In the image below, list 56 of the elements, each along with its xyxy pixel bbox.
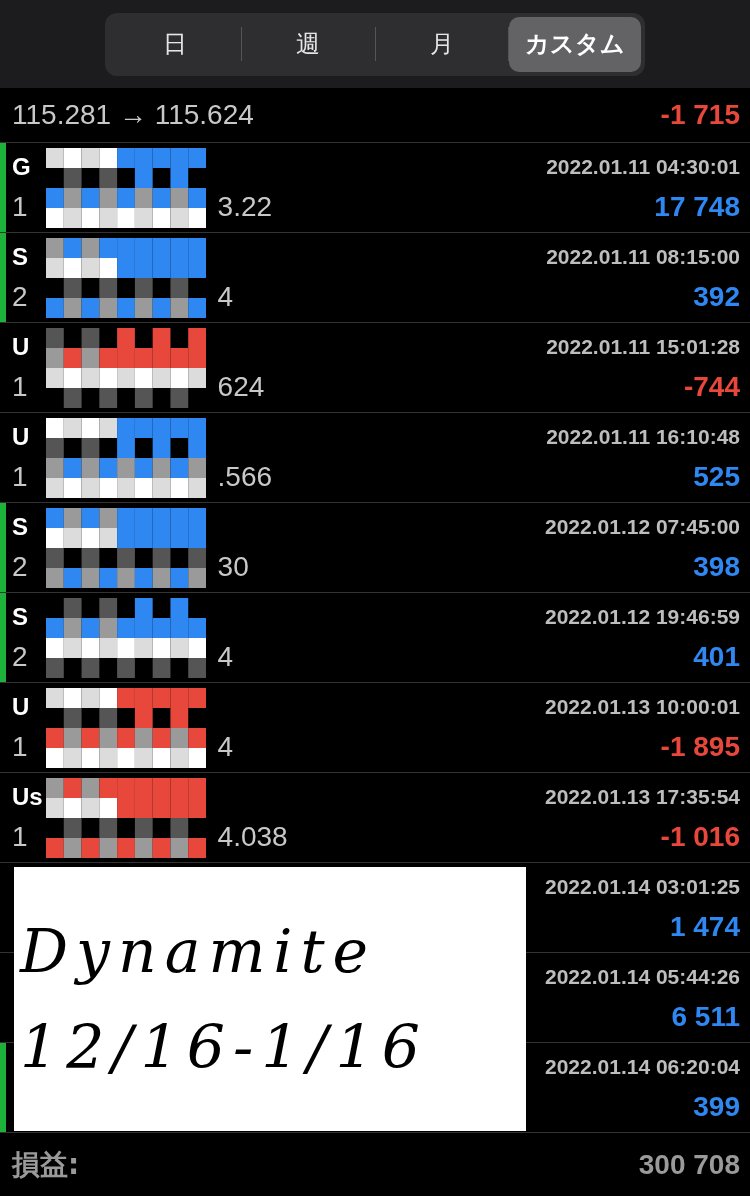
price-text: 3.22 [217,190,273,223]
profit-value: 399 [693,1090,740,1123]
deal-time: 2022.01.14 05:44:26 [545,964,740,989]
price-text: 1 [12,190,28,223]
deal-time: 2022.01.12 19:46:59 [545,604,740,629]
deal-time: 2022.01.12 07:45:00 [545,514,740,539]
price-text: 1 [12,460,28,493]
period-tab[interactable]: カスタム [508,16,641,72]
profit-value: 17 748 [654,190,740,223]
profit-value: 525 [693,460,740,493]
price-text: 115.281 → 115.624 [12,99,254,131]
symbol-text: S [12,242,28,271]
price-text: 30 [217,550,249,583]
period-tab[interactable]: 月 [375,16,508,72]
price-text: 4 [217,730,234,763]
price-text: 4.038 [217,820,288,853]
deal-time: 2022.01.13 10:00:01 [545,694,740,719]
price-text: 624 [217,370,265,403]
profit-value: -1 895 [660,730,740,763]
note-text: Dynamite [20,915,378,988]
period-tab[interactable]: 日 [109,16,242,72]
deal-time: 2022.01.14 06:20:04 [545,1054,740,1079]
symbol-text: G [12,152,31,181]
deal-time: 2022.01.11 08:15:00 [546,244,740,269]
symbol-text: U [12,332,30,361]
deal-time: 2022.01.11 04:30:01 [546,154,740,179]
price-text: 4 [217,280,234,313]
deal-time: 2022.01.13 17:35:54 [545,784,740,809]
profit-value: -1 715 [660,99,740,131]
price-text: 2 [12,550,28,583]
price-text: 2 [12,640,28,673]
summary-label: 損益: [12,1147,80,1183]
profit-value: -744 [683,370,740,403]
price-text: 1 [12,730,28,763]
price-text: 1 [12,820,28,853]
price-text: 2 [12,280,28,313]
deal-time: 2022.01.11 16:10:48 [546,424,740,449]
price-text: 4 [217,640,234,673]
period-tab[interactable]: 週 [242,16,375,72]
profit-value: 401 [693,640,740,673]
profit-value: 398 [693,550,740,583]
profit-value: 392 [693,280,740,313]
deal-time: 2022.01.11 15:01:28 [546,334,740,359]
price-text: .566 [217,460,273,493]
symbol-text: S [12,602,28,631]
profit-value: 6 511 [671,1000,740,1033]
note-text: 12/16-1/16 [20,1011,429,1084]
summary-value: 300 708 [638,1149,740,1181]
profit-value: 1 474 [669,910,740,943]
symbol-text: U [12,692,30,721]
symbol-text: U [12,422,30,451]
symbol-text: Us [12,782,43,811]
deal-time: 2022.01.14 03:01:25 [545,874,740,899]
symbol-text: S [12,512,28,541]
price-text: 1 [12,370,28,403]
profit-value: -1 016 [660,820,740,853]
